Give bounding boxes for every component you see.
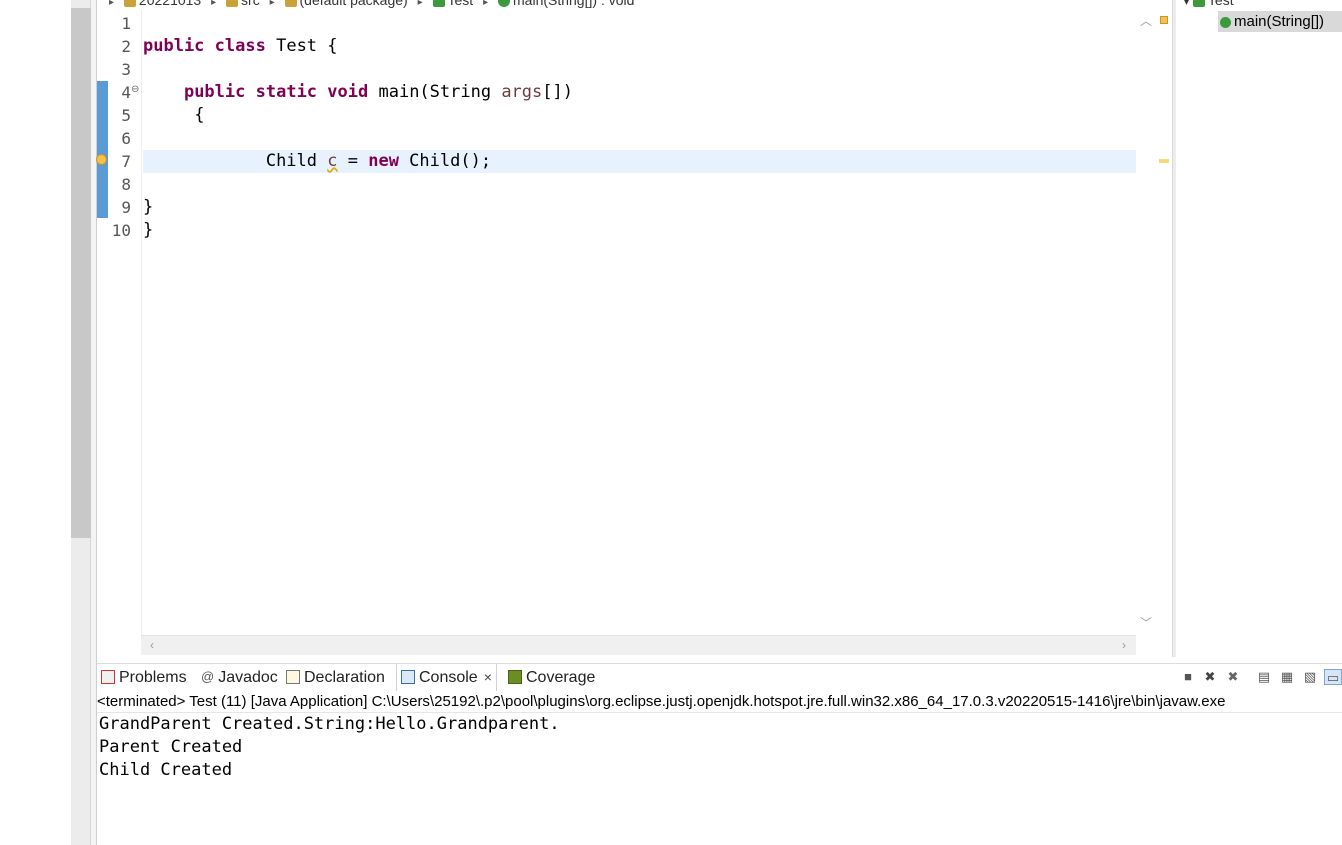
- chevron-right-icon: ▸: [417, 0, 423, 8]
- show-console-icon[interactable]: ▭: [1324, 669, 1342, 685]
- chevron-down-icon[interactable]: ▾: [1184, 0, 1189, 8]
- chevron-right-icon: ▸: [211, 0, 217, 8]
- chevron-down-icon[interactable]: ﹀: [1139, 616, 1153, 630]
- tab-javadoc[interactable]: @ Javadoc: [201, 664, 278, 691]
- console-line: Parent Created: [99, 737, 243, 757]
- tab-declaration[interactable]: Declaration: [286, 664, 385, 691]
- breadcrumb-src[interactable]: src: [241, 0, 260, 8]
- public-method-icon: [1220, 16, 1231, 28]
- chevron-up-icon[interactable]: ︿: [1139, 14, 1153, 28]
- code-line-4[interactable]: public static void main(String args[]): [143, 81, 573, 104]
- warning-icon[interactable]: [96, 154, 107, 165]
- console-line: GrandParent Created.String:Hello.Grandpa…: [99, 714, 560, 734]
- warning-summary-icon[interactable]: [1160, 16, 1168, 24]
- console-line: Child Created: [99, 760, 233, 780]
- fold-collapse-icon[interactable]: ⊖: [131, 84, 139, 95]
- overview-ruler[interactable]: [1158, 10, 1170, 635]
- warning-marker[interactable]: [1159, 159, 1169, 163]
- chevron-right-icon[interactable]: ›: [1117, 638, 1131, 652]
- clear-console-icon[interactable]: ▤: [1256, 669, 1272, 685]
- breadcrumb-class[interactable]: Test: [448, 0, 474, 8]
- project-icon: [123, 0, 136, 8]
- breadcrumb-bar: ▸ 20221013 ▸ src ▸ (default package) ▸ T…: [103, 0, 634, 8]
- tab-console[interactable]: Console ×: [396, 664, 497, 691]
- quick-diff-change-marker: [97, 81, 108, 218]
- code-line-7[interactable]: Child c = new Child();: [143, 150, 491, 173]
- breadcrumb-method[interactable]: main(String[]) : void: [513, 0, 634, 8]
- class-icon: [432, 0, 445, 8]
- javadoc-icon: @: [201, 668, 215, 684]
- breadcrumb-project[interactable]: 20221013: [139, 0, 201, 8]
- line-number: 1: [121, 14, 131, 33]
- code-line-5[interactable]: {: [143, 104, 204, 127]
- code-line-2[interactable]: public class Test {: [143, 35, 338, 58]
- chevron-right-icon: ▸: [269, 0, 275, 8]
- line-number-ruler: 1 2 3 4 5 6 7 8 9 10: [109, 10, 141, 635]
- terminate-icon[interactable]: ■: [1180, 669, 1196, 685]
- chevron-left-icon[interactable]: ‹: [145, 638, 159, 652]
- breadcrumb: ▸ 20221013 ▸ src ▸ (default package) ▸ T…: [97, 0, 1172, 10]
- line-number: 3: [121, 60, 131, 79]
- line-number: 2: [121, 37, 131, 56]
- method-icon: [498, 0, 511, 8]
- remove-all-terminated-icon[interactable]: ✖: [1225, 669, 1241, 685]
- chevron-right-icon: ▸: [109, 0, 115, 8]
- code-line-10[interactable]: }: [143, 219, 153, 242]
- problems-icon: [101, 669, 115, 684]
- line-number: 8: [121, 175, 131, 194]
- declaration-icon: [286, 669, 300, 684]
- scroll-lock-icon[interactable]: ▦: [1279, 669, 1295, 685]
- package-icon: [284, 0, 297, 8]
- line-number: 6: [121, 129, 131, 148]
- chevron-right-icon: ▸: [483, 0, 489, 8]
- editor-vertical-scrollbar[interactable]: ︿ ﹀: [1136, 10, 1158, 635]
- line-number: 9: [121, 198, 131, 217]
- tab-problems[interactable]: Problems: [101, 664, 187, 691]
- console-launch-description: <terminated> Test (11) [Java Application…: [97, 691, 1342, 713]
- console-output[interactable]: GrandParent Created.String:Hello.Grandpa…: [97, 713, 1342, 845]
- coverage-icon: [508, 669, 522, 684]
- outline-item-main[interactable]: main(String[]): [1220, 12, 1324, 31]
- remove-launch-icon[interactable]: ✖: [1202, 669, 1218, 685]
- outline-view: ▾ Test main(String[]): [1176, 0, 1342, 657]
- word-wrap-icon[interactable]: ▧: [1302, 669, 1318, 685]
- outline-item-class[interactable]: ▾ Test: [1184, 0, 1234, 8]
- package-explorer-scroll-thumb[interactable]: [71, 8, 91, 538]
- close-icon[interactable]: ×: [484, 664, 492, 691]
- code-line-9[interactable]: }: [143, 196, 153, 219]
- line-number: 7: [121, 152, 131, 171]
- left-margin: [0, 0, 71, 845]
- source-folder-icon: [226, 0, 239, 8]
- panel-tab-bar: Problems @ Javadoc Declaration Console × C…: [97, 663, 1342, 691]
- breadcrumb-package[interactable]: (default package): [300, 0, 408, 8]
- line-number: 10: [111, 221, 131, 240]
- console-icon: [401, 669, 415, 684]
- class-icon: [1192, 0, 1205, 8]
- line-number: 5: [121, 106, 131, 125]
- editor-horizontal-scrollbar[interactable]: ‹ ›: [141, 635, 1136, 655]
- tab-coverage[interactable]: Coverage: [508, 664, 595, 691]
